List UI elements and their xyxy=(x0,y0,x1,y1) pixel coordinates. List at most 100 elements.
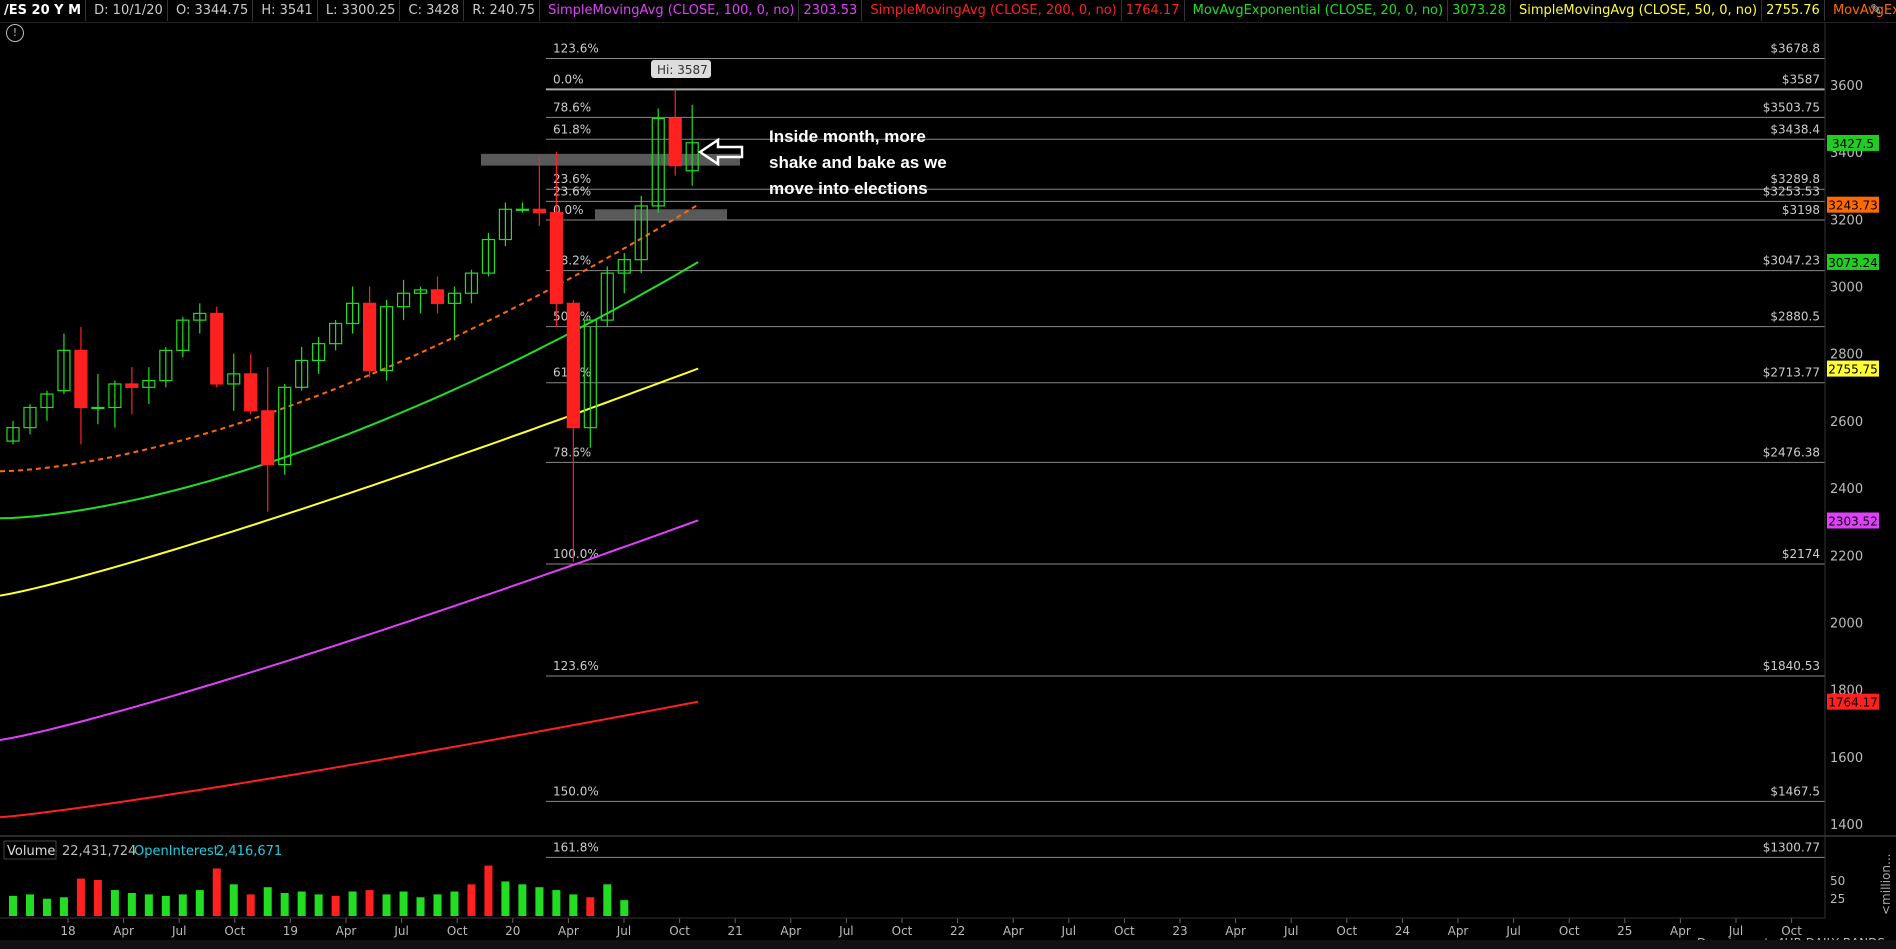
volume-tick-label: 25 xyxy=(1830,892,1845,906)
time-tick-label: Apr xyxy=(1003,924,1024,938)
volume-label[interactable]: Volume xyxy=(7,844,55,859)
fib-price-label: $3047.23 xyxy=(1763,254,1820,268)
time-tick-label: Oct xyxy=(1559,924,1580,938)
volume-bar xyxy=(552,890,561,916)
volume-bar xyxy=(535,887,544,916)
fib-price-label: $3438.4 xyxy=(1770,122,1820,136)
price-tick-label: 2800 xyxy=(1830,348,1863,363)
candle-body xyxy=(125,383,139,388)
volume-bar xyxy=(518,884,527,916)
volume-bar xyxy=(280,892,289,916)
price-tick-label: 3200 xyxy=(1830,213,1863,228)
volume-bar xyxy=(42,898,51,916)
volume-bar xyxy=(297,891,306,916)
time-tick-label: Apr xyxy=(1225,924,1246,938)
fib-price-label: $3503.75 xyxy=(1763,100,1820,114)
fib-pct-label: 78.6% xyxy=(553,445,591,459)
fib-price-label: $1300.77 xyxy=(1763,840,1820,854)
annotation-line-2: shake and bake as we xyxy=(769,153,947,172)
candle-body xyxy=(210,312,224,385)
candle-body xyxy=(91,406,105,410)
volume-bar xyxy=(212,868,221,916)
volume-bar xyxy=(59,897,68,916)
candle-body xyxy=(430,289,445,304)
fib-price-label: $2476.38 xyxy=(1763,445,1820,459)
price-chart[interactable]: 123.6% $3678.8 0.0% $3587 78.6% $3503.75 61.8%… xyxy=(0,0,1896,949)
time-tick-label: Oct xyxy=(447,924,468,938)
hi-label: Hi: 3587 xyxy=(657,63,708,77)
time-tick-label: 22 xyxy=(950,924,965,938)
time-tick-label: Jul xyxy=(616,924,631,938)
volume-bar xyxy=(331,895,340,916)
fib-pct-label: 161.8% xyxy=(553,840,599,854)
candle-body xyxy=(261,410,275,466)
volume-bar xyxy=(484,865,493,916)
fib-price-label: $3678.8 xyxy=(1770,42,1820,56)
supply-zone xyxy=(595,209,727,220)
volume-bar xyxy=(263,887,272,916)
ma-line-ema8 xyxy=(0,203,699,473)
volume-value: 22,431,724 xyxy=(62,844,136,859)
volume-bar xyxy=(178,894,187,916)
time-tick-label: Apr xyxy=(336,924,357,938)
time-tick-label: 25 xyxy=(1617,924,1632,938)
volume-bar xyxy=(195,890,204,916)
time-tick-label: Oct xyxy=(1336,924,1357,938)
volume-bar xyxy=(501,881,510,916)
time-tick-label: Apr xyxy=(1448,924,1469,938)
candle-body xyxy=(549,212,563,304)
volume-bar xyxy=(246,894,255,916)
price-tick-label: 3000 xyxy=(1830,281,1863,296)
volume-bar xyxy=(416,897,425,916)
time-tick-label: Jul xyxy=(1283,924,1298,938)
scrollbar[interactable] xyxy=(0,940,1896,949)
moving-averages xyxy=(0,203,699,819)
price-tick-label: 2600 xyxy=(1830,415,1863,430)
price-tick-label: 3600 xyxy=(1830,79,1863,94)
fib-pct-label: 78.6% xyxy=(553,100,591,114)
volume-bar xyxy=(348,891,357,916)
time-tick-label: Jul xyxy=(1061,924,1076,938)
fib-pct-label: 123.6% xyxy=(553,42,599,56)
time-tick-label: Oct xyxy=(224,924,245,938)
price-tick-label: 2000 xyxy=(1830,616,1863,631)
ma-line-sma200 xyxy=(0,700,699,819)
volume-bar xyxy=(93,880,102,916)
fib-price-label: $3198 xyxy=(1782,203,1820,217)
time-tick-label: Apr xyxy=(780,924,801,938)
price-tag-label: 3243.73 xyxy=(1828,199,1878,213)
time-tick-label: Apr xyxy=(1670,924,1691,938)
price-tag-label: 2303.52 xyxy=(1828,514,1878,528)
openinterest-label[interactable]: OpenInterest xyxy=(134,844,219,859)
volume-bar xyxy=(433,894,442,916)
time-tick-label: 21 xyxy=(728,924,743,938)
fib-price-label: $2880.5 xyxy=(1770,310,1820,324)
price-tag-label: 2755.75 xyxy=(1828,363,1878,377)
fib-price-label: $2174 xyxy=(1782,547,1820,561)
volume-bars: 2550 xyxy=(9,865,1845,916)
fib-pct-label: 61.8% xyxy=(553,122,591,136)
annotation-line-3: move into elections xyxy=(769,179,928,198)
time-tick-label: Oct xyxy=(892,924,913,938)
volume-bar xyxy=(229,884,238,916)
annotation-line-1: Inside month, more xyxy=(769,127,926,146)
candle-body xyxy=(668,117,682,167)
time-tick-label: 19 xyxy=(283,924,298,938)
volume-bar xyxy=(161,895,170,916)
volume-bar xyxy=(620,900,629,916)
candle-body xyxy=(362,302,377,372)
ma-line-sma50 xyxy=(0,367,699,597)
price-tag-label: 3427.5 xyxy=(1832,137,1874,151)
time-tick-label: 24 xyxy=(1395,924,1410,938)
price-tag-label: 3073.24 xyxy=(1828,256,1878,270)
time-tick-label: Oct xyxy=(669,924,690,938)
supply-zone xyxy=(481,153,740,166)
price-tick-label: 2400 xyxy=(1830,482,1863,497)
volume-bar xyxy=(144,894,153,916)
time-axis: 18 Apr Jul Oct 19 Apr Jul Oct 20 Apr Jul Oct 21 Apr Ju… xyxy=(60,918,1802,938)
price-tag-label: 1764.17 xyxy=(1828,696,1878,710)
time-tick-label: Jul xyxy=(171,924,186,938)
candle-body xyxy=(74,349,88,409)
time-tick-label: Oct xyxy=(1114,924,1135,938)
fib-price-label: $2713.77 xyxy=(1763,366,1820,380)
